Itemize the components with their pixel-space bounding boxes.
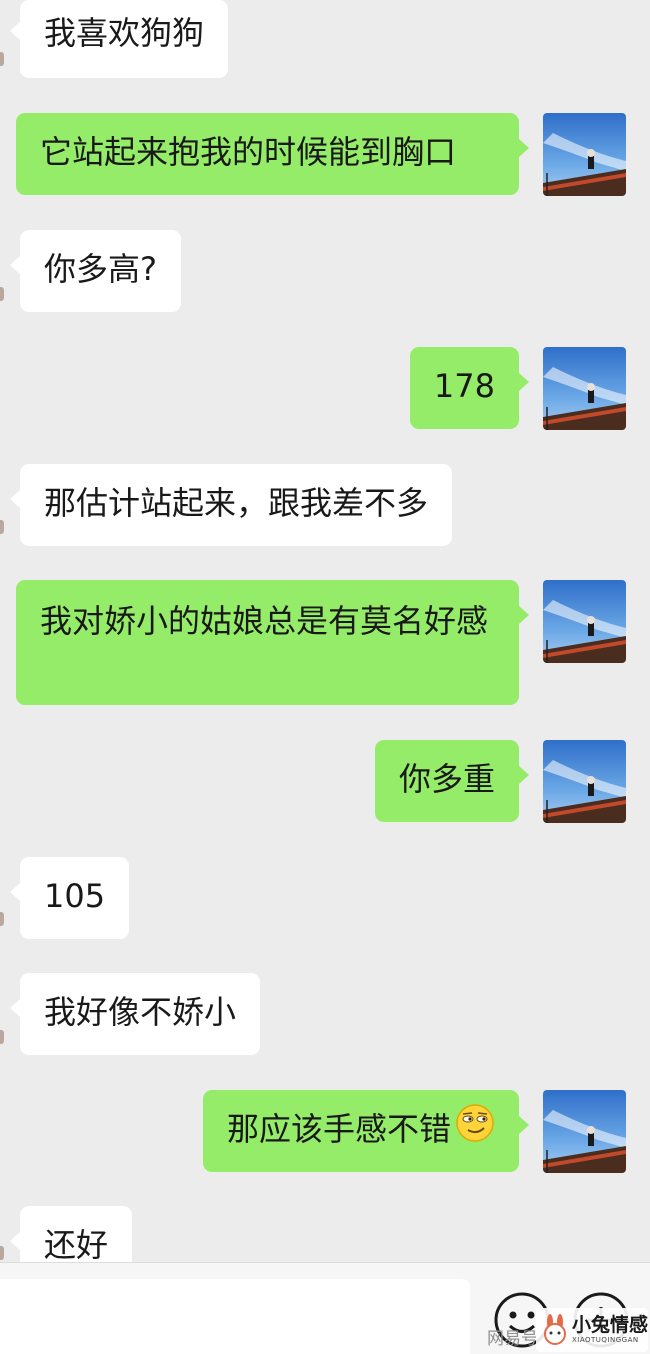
brand-subtitle: XIAOTUQINGGAN (572, 1336, 639, 1344)
user-avatar[interactable] (543, 347, 626, 430)
message-text: 还好 (44, 1226, 109, 1264)
message-bubble-incoming[interactable]: 我好像不娇小 (10, 973, 261, 1055)
user-avatar[interactable] (543, 1090, 626, 1173)
message-input[interactable] (0, 1279, 470, 1354)
brand-name: 小兔情感 (572, 1314, 649, 1336)
message-text: 那估计站起来，跟我差不多 (44, 484, 429, 522)
avatar-edge (0, 52, 4, 66)
message-bubble-incoming[interactable]: 105 (10, 857, 130, 939)
bubble-tail (519, 139, 529, 157)
bubble-tail (10, 22, 20, 40)
bubble-tail (10, 999, 20, 1017)
message-text: 那应该手感不错 (226, 1110, 451, 1148)
message-text: 我喜欢狗狗 (44, 14, 205, 52)
message-bubble-outgoing[interactable]: 它站起来抱我的时候能到胸口 (16, 113, 529, 195)
message-text: 178 (433, 367, 495, 405)
sky-photo-avatar-icon (543, 347, 626, 430)
bubble-tail (10, 883, 20, 901)
message-bubble-incoming[interactable]: 那估计站起来，跟我差不多 (10, 464, 453, 546)
bubble-tail (10, 490, 20, 508)
sky-photo-avatar-icon (543, 580, 626, 663)
message-text: 105 (44, 877, 106, 915)
rabbit-logo-icon (540, 1314, 570, 1350)
avatar-edge (0, 912, 4, 926)
avatar-edge (0, 287, 4, 301)
avatar-edge (0, 1246, 4, 1260)
bubble-tail (519, 606, 529, 624)
sky-photo-avatar-icon (543, 1090, 626, 1173)
avatar-edge (0, 1030, 4, 1044)
message-text: 你多高? (44, 250, 157, 288)
smirk-emoji-icon (455, 1103, 495, 1153)
chat-screen: 我喜欢狗狗 它站起来抱我的时候能到胸口 你多高? 178 那估计站起来，跟我差不… (0, 0, 650, 1354)
message-bubble-outgoing[interactable]: 那应该手感不错 (202, 1090, 529, 1172)
user-avatar[interactable] (543, 113, 626, 196)
message-text: 它站起来抱我的时候能到胸口 (40, 133, 457, 171)
bubble-tail (10, 256, 20, 274)
bubble-tail (519, 766, 529, 784)
user-avatar[interactable] (543, 580, 626, 663)
message-text: 我对娇小的姑娘总是有莫名好感 (40, 602, 489, 640)
watermark-text: 网易号 (487, 1329, 538, 1349)
message-text: 你多重 (398, 760, 495, 798)
message-bubble-outgoing[interactable]: 178 (409, 347, 529, 429)
message-text: 我好像不娇小 (44, 993, 237, 1031)
message-bubble-outgoing[interactable]: 我对娇小的姑娘总是有莫名好感 (16, 580, 529, 705)
brand-watermark: 小兔情感 XIAOTUQINGGAN (536, 1308, 648, 1352)
message-bubble-incoming[interactable]: 我喜欢狗狗 (10, 0, 229, 78)
sky-photo-avatar-icon (543, 113, 626, 196)
bubble-tail (519, 1116, 529, 1134)
user-avatar[interactable] (543, 740, 626, 823)
message-bubble-outgoing[interactable]: 你多重 (374, 740, 529, 822)
sky-photo-avatar-icon (543, 740, 626, 823)
avatar-edge (0, 520, 4, 534)
bubble-tail (519, 373, 529, 391)
message-bubble-incoming[interactable]: 你多高? (10, 230, 181, 312)
bubble-tail (10, 1232, 20, 1250)
